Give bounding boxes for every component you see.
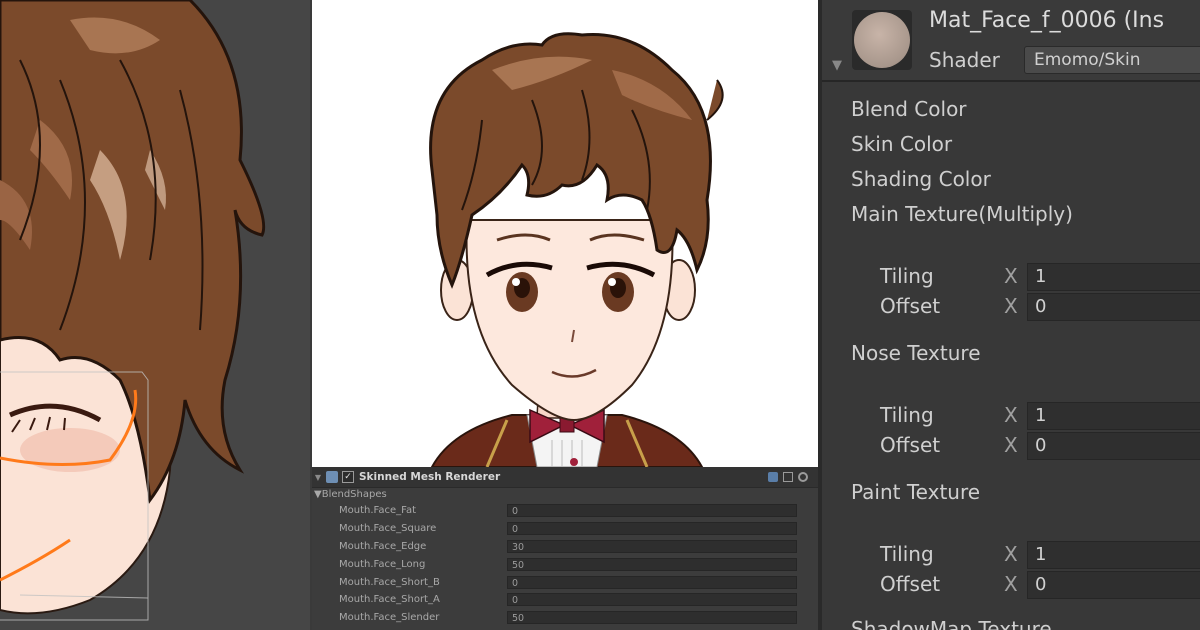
tiling-label: Tiling xyxy=(880,264,934,288)
blendshape-value-field[interactable]: 30 xyxy=(507,539,797,553)
blendshape-value-field[interactable]: 50 xyxy=(507,611,797,625)
help-icon[interactable] xyxy=(768,472,778,482)
blendshape-value-field[interactable]: 0 xyxy=(507,504,797,518)
gear-icon[interactable] xyxy=(798,472,808,482)
offset-label: Offset xyxy=(880,433,941,457)
nose-texture-property: Nose Texture xyxy=(851,341,981,365)
offset-label: Offset xyxy=(880,294,941,318)
skinned-mesh-renderer-component: ▼ ✓ Skinned Mesh Renderer ▼BlendShapes M… xyxy=(312,467,818,630)
blend-color-property: Blend Color xyxy=(851,97,967,121)
blendshape-value-field[interactable]: 0 xyxy=(507,575,797,589)
material-inspector: ▼ Mat_Face_f_0006 (Ins Shader Emomo/Skin… xyxy=(822,0,1200,630)
blendshape-row: Mouth.Face_Square 0 xyxy=(312,520,818,538)
blendshape-value-field[interactable]: 0 xyxy=(507,593,797,607)
tiling-x-axis-label: X xyxy=(1004,542,1018,566)
scene-character-closeup xyxy=(0,0,266,621)
tiling-x-axis-label: X xyxy=(1004,403,1018,427)
nose-offset-x-field[interactable]: 0 xyxy=(1027,432,1200,460)
component-title: Skinned Mesh Renderer xyxy=(359,471,501,483)
material-header: ▼ Mat_Face_f_0006 (Ins Shader Emomo/Skin xyxy=(822,0,1200,82)
blendshape-row: Mouth.Face_Edge 30 xyxy=(312,538,818,556)
blendshapes-label: BlendShapes xyxy=(321,489,387,500)
foldout-arrow-icon[interactable]: ▼ xyxy=(832,58,842,73)
tiling-label: Tiling xyxy=(880,542,934,566)
main-texture-property: Main Texture(Multiply) xyxy=(851,202,1073,226)
material-preview-swatch[interactable] xyxy=(852,10,912,70)
blendshape-label: Mouth.Face_Long xyxy=(339,558,426,570)
material-name: Mat_Face_f_0006 (Ins xyxy=(929,8,1165,33)
scene-view[interactable] xyxy=(0,0,310,630)
blendshape-value-field[interactable]: 50 xyxy=(507,557,797,571)
blendshape-row: Mouth.Face_Short_B 0 xyxy=(312,573,818,591)
blendshape-value-field[interactable]: 0 xyxy=(507,522,797,536)
blendshape-row: Mouth.Face_Short_A 0 xyxy=(312,591,818,609)
blendshape-label: Mouth.Face_Short_B xyxy=(339,576,440,588)
blendshape-row: Mouth.Face_Long 50 xyxy=(312,555,818,573)
paint-texture-property: Paint Texture xyxy=(851,480,981,504)
shader-label: Shader xyxy=(929,48,1000,72)
checkmark-icon: ✓ xyxy=(344,472,352,482)
blendshape-label: Mouth.Face_Edge xyxy=(339,540,427,552)
blendshape-label: Mouth.Face_Fat xyxy=(339,505,417,517)
anime-boy-portrait xyxy=(429,32,724,467)
material-sphere-icon xyxy=(854,12,910,68)
paint-offset-x-field[interactable]: 0 xyxy=(1027,571,1200,599)
offset-label: Offset xyxy=(880,572,941,596)
blendshape-label: Mouth.Face_Slender xyxy=(339,612,440,624)
blendshape-label: Mouth.Face_Short_A xyxy=(339,594,440,606)
shadowmap-texture-property: ShadowMap Texture xyxy=(851,617,1052,630)
character-preview xyxy=(312,0,818,467)
offset-x-axis-label: X xyxy=(1004,572,1018,596)
enabled-checkbox[interactable]: ✓ xyxy=(342,471,354,483)
foldout-arrow-icon[interactable]: ▼ xyxy=(312,473,324,482)
main-offset-x-field[interactable]: 0 xyxy=(1027,293,1200,321)
blendshape-label: Mouth.Face_Square xyxy=(339,523,437,535)
blendshape-list: Mouth.Face_Fat 0 Mouth.Face_Square 0 Mouth… xyxy=(312,502,818,627)
paint-tiling-x-field[interactable]: 1 xyxy=(1027,541,1200,569)
offset-x-axis-label: X xyxy=(1004,433,1018,457)
presets-icon[interactable] xyxy=(783,472,793,482)
tiling-x-axis-label: X xyxy=(1004,264,1018,288)
shader-dropdown[interactable]: Emomo/Skin xyxy=(1024,46,1200,74)
offset-x-axis-label: X xyxy=(1004,294,1018,318)
tiling-label: Tiling xyxy=(880,403,934,427)
blendshapes-foldout[interactable]: ▼BlendShapes xyxy=(312,488,818,502)
blendshape-row: Mouth.Face_Slender 50 xyxy=(312,609,818,627)
main-tiling-x-field[interactable]: 1 xyxy=(1027,263,1200,291)
skin-color-property: Skin Color xyxy=(851,132,953,156)
component-header[interactable]: ▼ ✓ Skinned Mesh Renderer xyxy=(312,467,818,488)
shading-color-property: Shading Color xyxy=(851,167,991,191)
nose-tiling-x-field[interactable]: 1 xyxy=(1027,402,1200,430)
skinned-mesh-icon xyxy=(326,471,338,483)
blendshape-row: Mouth.Face_Fat 0 xyxy=(312,502,818,520)
